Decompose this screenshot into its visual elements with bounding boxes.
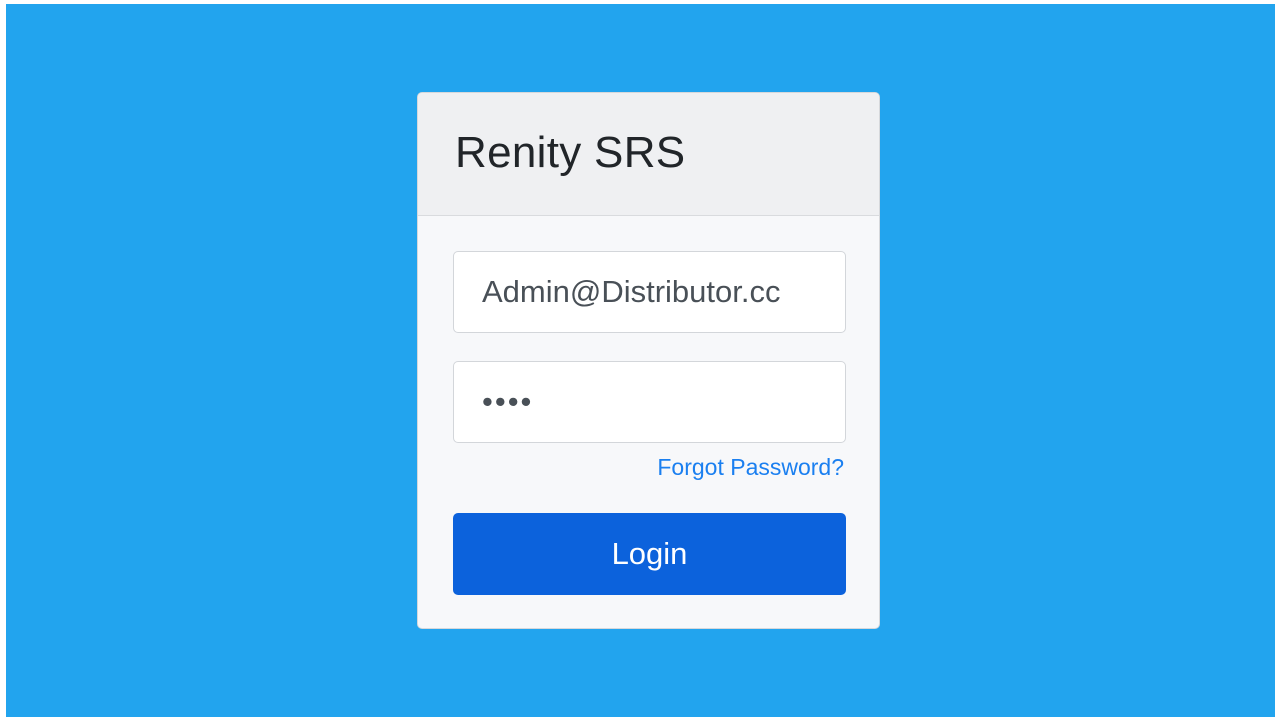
card-header: Renity SRS [418,93,879,216]
email-field[interactable] [453,251,846,333]
page-background: Renity SRS Forgot Password? Login [6,4,1275,717]
app-title: Renity SRS [455,128,686,177]
login-button[interactable]: Login [453,513,846,595]
login-card: Renity SRS Forgot Password? Login [417,92,880,629]
forgot-password-link[interactable]: Forgot Password? [657,454,844,480]
password-field[interactable] [453,361,846,443]
